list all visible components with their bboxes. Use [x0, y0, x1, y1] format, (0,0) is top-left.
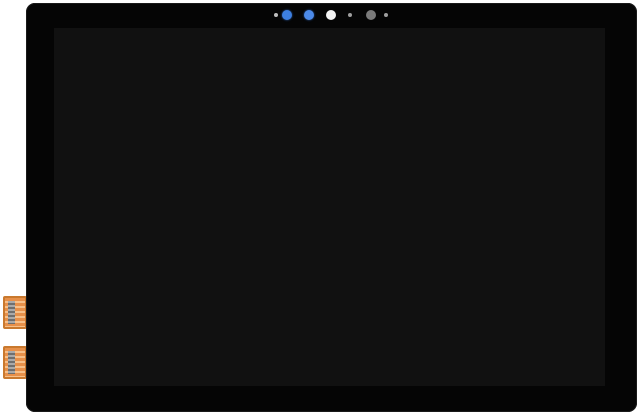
ir-emitter-icon [326, 10, 336, 20]
ribbon-cable-icon [8, 301, 15, 324]
ribbon-cable-icon [8, 351, 15, 374]
flex-connector-top [3, 296, 27, 329]
ir-camera-lens-icon [282, 10, 292, 20]
ambient-light-sensor-icon [348, 13, 352, 17]
front-camera-icon [366, 10, 376, 20]
tablet-bezel [26, 3, 637, 412]
proximity-sensor-left-icon [274, 13, 278, 17]
ir-camera-lens-icon [304, 10, 314, 20]
flex-connector-bottom [3, 346, 27, 379]
proximity-sensor-right-icon [384, 13, 388, 17]
display-panel-photo [0, 0, 640, 415]
blank-screen [54, 28, 605, 386]
